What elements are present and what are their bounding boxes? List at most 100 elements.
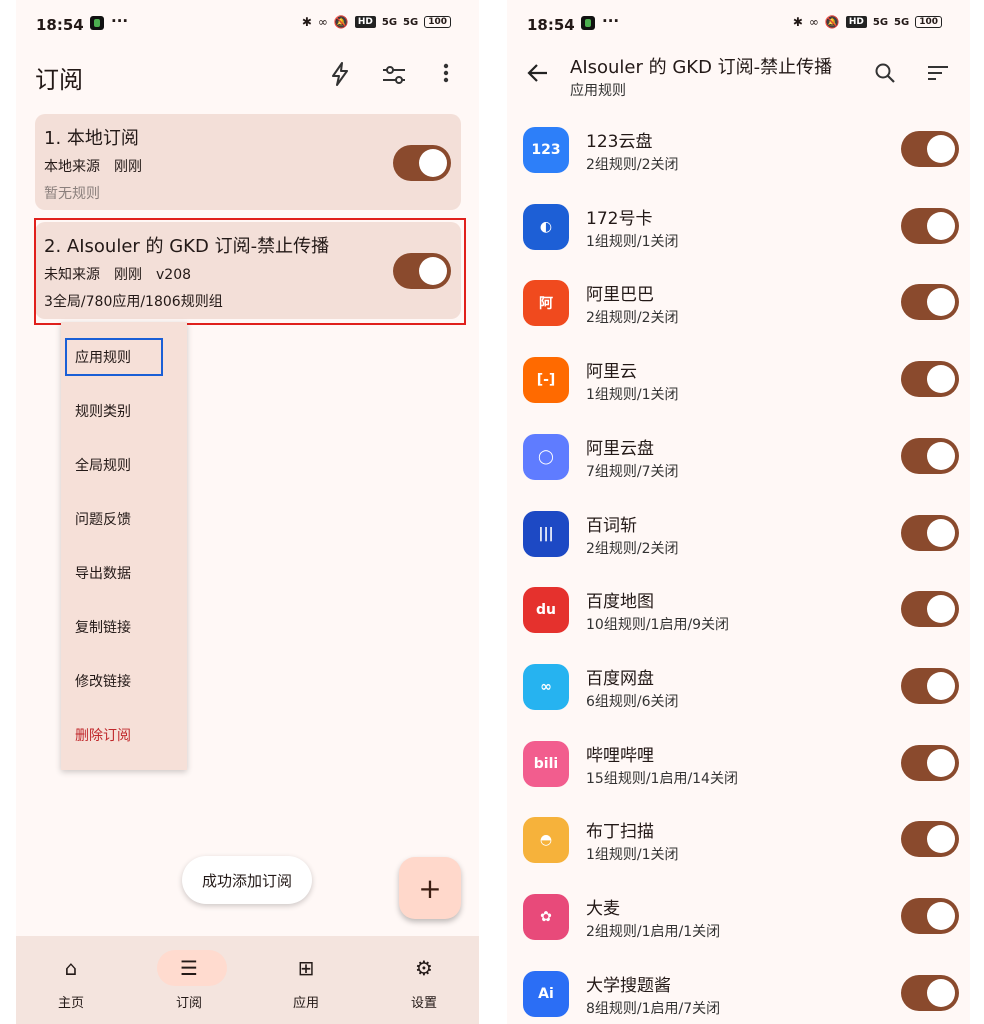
flash-icon[interactable] [330,62,350,92]
menu-item-feedback[interactable]: 问题反馈 [75,509,131,529]
app-rule-summary: 1组规则/1关闭 [586,847,679,864]
app-name: 172号卡 [586,208,653,229]
app-name: 百词斩 [586,515,637,536]
apps-grid-icon: ⊞ [297,956,315,980]
page-title: AIsouler 的 GKD 订阅-禁止传播 [570,57,833,78]
app-row[interactable]: ∞ 百度网盘 6组规则/6关闭 [507,663,970,741]
status-time: 18:54 [36,16,84,34]
nav-item-settings[interactable]: ⚙ 设置 [384,950,464,1011]
app-rule-toggle[interactable] [901,437,959,474]
app-name: 百度网盘 [586,668,654,689]
app-row[interactable]: ◯ 阿里云盘 7组规则/7关闭 [507,433,970,511]
app-rule-toggle[interactable] [901,591,959,628]
app-row[interactable]: bili 哔哩哔哩 15组规则/1启用/14关闭 [507,740,970,818]
app-row[interactable]: ◐ 172号卡 1组规则/1关闭 [507,203,970,281]
app-name: 大学搜题酱 [586,975,671,996]
battery-icon: 100 [915,16,942,28]
bottom-navigation: ⌂ 主页 ☰ 订阅 ⊞ 应用 ⚙ 设置 [16,936,479,1024]
app-name: 阿里云盘 [586,438,654,459]
app-rule-toggle[interactable] [901,131,959,167]
add-subscription-button[interactable]: + [399,857,461,919]
card-source: 本地来源 刚刚 [44,159,142,175]
tune-icon[interactable] [381,64,407,92]
menu-item-edit-link[interactable]: 修改链接 [75,671,131,691]
app-rule-summary: 2组规则/1启用/1关闭 [586,924,721,940]
app-row[interactable]: ◓ 布丁扫描 1组规则/1关闭 [507,817,970,894]
menu-item-rule-categories[interactable]: 规则类别 [75,401,131,421]
card-rules: 暂无规则 [44,186,100,202]
highlight-box-red [34,218,466,325]
app-name: 哔哩哔哩 [586,745,654,766]
app-name: 阿里云 [586,362,637,383]
app-rule-toggle[interactable] [901,514,959,551]
app-rule-toggle[interactable] [901,974,959,1011]
app-rule-summary: 1组规则/1关闭 [586,387,679,404]
menu-item-global-rules[interactable]: 全局规则 [75,455,131,475]
nav-item-apps[interactable]: ⊞ 应用 [266,950,346,1011]
menu-item-copy-link[interactable]: 复制链接 [75,617,131,637]
app-name: 阿里巴巴 [586,285,654,306]
app-rule-toggle[interactable] [901,207,959,244]
app-rule-summary: 1组规则/1关闭 [586,233,679,250]
more-notifications-icon: ··· [111,12,129,30]
menu-item-delete[interactable]: 删除订阅 [75,725,131,745]
bluetooth-icon: ✱ [792,15,803,29]
app-name: 百度地图 [586,592,654,613]
app-rule-toggle[interactable] [901,744,959,781]
nav-label: 设置 [410,996,437,1011]
left-screen: 18:54 ··· ✱ ∞ 🔕 HD 5G 5G 100 订阅 1. 本地订阅 … [16,0,479,1024]
app-row[interactable]: ✿ 大麦 2组规则/1启用/1关闭 [507,894,970,971]
app-rule-toggle[interactable] [901,284,959,321]
app-row[interactable]: [-] 阿里云 1组规则/1关闭 [507,357,970,434]
back-arrow-icon[interactable] [527,62,549,90]
bluetooth-icon: ✱ [301,15,312,29]
menu-item-app-rules[interactable]: 应用规则 [75,347,131,367]
app-row[interactable]: 阿阿里巴巴 2组规则/2关闭 [507,280,970,357]
app-rule-toggle[interactable] [901,361,959,398]
signal-1-icon: 5G [381,16,398,28]
app-rule-summary: 7组规则/7关闭 [586,463,679,480]
app-row[interactable]: ||| 百词斩 2组规则/2关闭 [507,510,970,588]
app-logo-icon: Ai [523,970,569,1017]
subscription-card-local[interactable]: 1. 本地订阅 本地来源 刚刚 暂无规则 [35,114,461,210]
signal-1-icon: 5G [872,16,889,28]
nav-label: 主页 [57,996,84,1011]
app-rule-summary: 6组规则/6关闭 [586,693,679,710]
mute-icon: 🔕 [333,15,349,29]
app-logo-icon: ◯ [523,433,569,480]
status-icons: ✱ ∞ 🔕 HD 5G 5G 100 [793,15,942,29]
hd-badge: HD [354,16,376,28]
snackbar: 成功添加订阅 [182,856,312,904]
subscription-toggle[interactable] [393,145,451,181]
app-name: 布丁扫描 [586,822,654,843]
status-bar: 18:54 ··· ✱ ∞ 🔕 HD 5G 5G 100 [16,0,479,48]
battery-icon: 100 [424,16,451,28]
link-icon: ∞ [317,15,328,29]
app-logo-icon: ◐ [523,203,569,250]
app-logo-icon: du [523,587,569,634]
app-logo-icon: ∞ [523,663,569,710]
app-rule-summary: 2组规则/2关闭 [586,540,679,557]
app-rule-toggle[interactable] [901,821,959,858]
menu-item-export[interactable]: 导出数据 [75,563,131,583]
app-row[interactable]: 123 123云盘 2组规则/2关闭 [507,127,970,204]
app-name: 大麦 [586,899,620,919]
app-rule-toggle[interactable] [901,667,959,704]
app-row[interactable]: du 百度地图 10组规则/1启用/9关闭 [507,587,970,664]
more-vertical-icon[interactable] [442,62,450,90]
search-icon[interactable] [874,62,896,89]
app-rule-summary: 8组规则/1启用/7关闭 [586,1000,721,1017]
sort-icon[interactable] [927,62,949,89]
status-icons: ✱ ∞ 🔕 HD 5G 5G 100 [302,15,451,29]
app-logo-icon: 阿 [523,280,569,327]
page-subtitle: 应用规则 [570,83,626,99]
nav-item-subscriptions[interactable]: ☰ 订阅 [149,950,229,1011]
app-logo-icon: 123 [523,127,569,173]
mute-icon: 🔕 [824,15,840,29]
nav-item-home[interactable]: ⌂ 主页 [31,950,111,1011]
app-rule-toggle[interactable] [901,898,959,934]
nav-label: 应用 [292,996,319,1011]
app-logo-icon: ✿ [523,894,569,940]
link-icon: ∞ [808,15,819,29]
app-row[interactable]: Ai 大学搜题酱 8组规则/1启用/7关闭 [507,970,970,1024]
